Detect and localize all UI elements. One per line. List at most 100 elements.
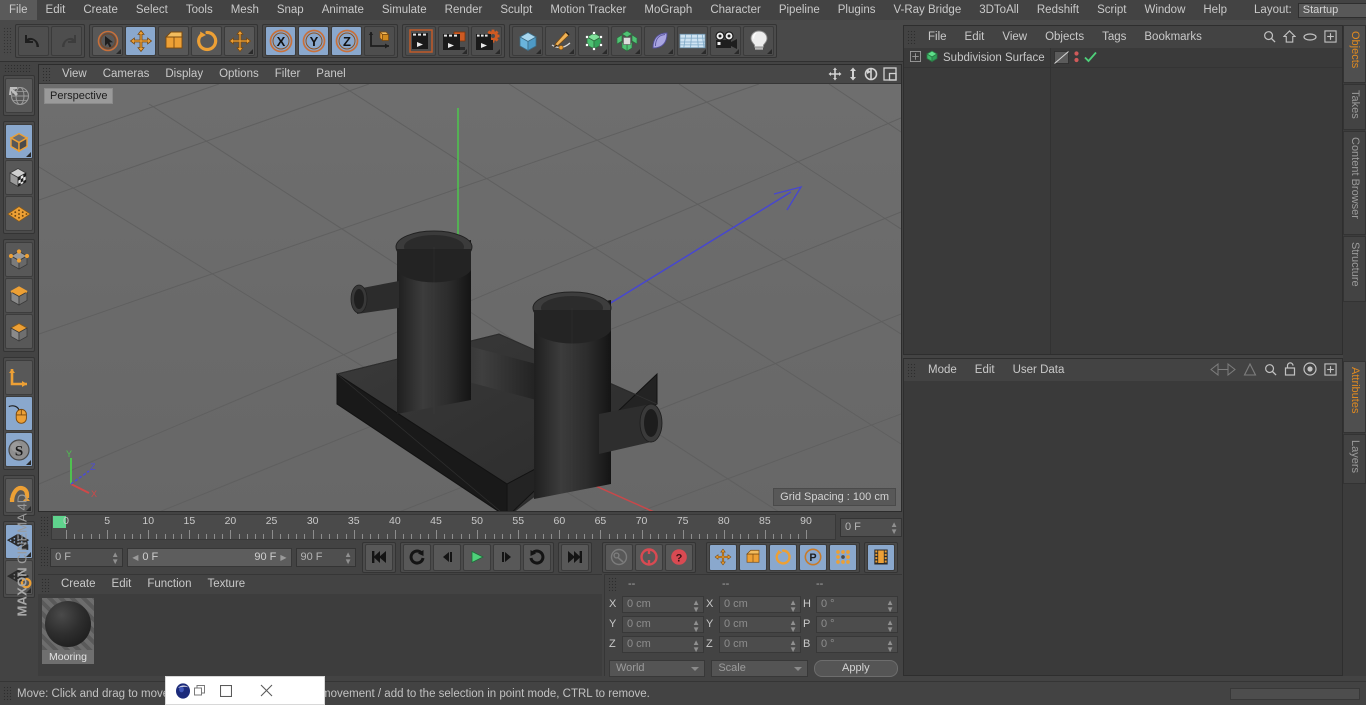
stepper-icon[interactable]: ▲ ▼ — [886, 618, 894, 633]
point-level-animation-toggle[interactable] — [828, 543, 857, 571]
menu-plugins[interactable]: Plugins — [829, 0, 885, 20]
home-icon[interactable] — [1282, 30, 1297, 46]
field-pos-y[interactable]: 0 cm ▲ ▼ — [622, 615, 704, 633]
attribute-menu-user-data[interactable]: User Data — [1004, 359, 1074, 381]
live-selection-button[interactable] — [92, 25, 123, 56]
viewport-menu-filter[interactable]: Filter — [267, 65, 309, 84]
rotate-view-icon[interactable] — [864, 67, 878, 84]
menu-select[interactable]: Select — [127, 0, 177, 20]
z-axis-lock-button[interactable]: Z — [331, 25, 362, 56]
play-backwards-loop-button[interactable] — [402, 543, 431, 571]
plus-box-icon[interactable] — [910, 50, 921, 65]
add-light-button[interactable] — [743, 25, 774, 56]
transport-grip[interactable] — [40, 546, 49, 568]
menu-mesh[interactable]: Mesh — [222, 0, 268, 20]
stepper-icon[interactable]: ▲ ▼ — [886, 638, 894, 653]
tab-content-browser[interactable]: Content Browser — [1343, 131, 1366, 235]
render-settings-button[interactable] — [471, 25, 502, 56]
menu-sculpt[interactable]: Sculpt — [491, 0, 541, 20]
menu-pipeline[interactable]: Pipeline — [770, 0, 829, 20]
floating-window-titlebar[interactable] — [165, 676, 325, 705]
material-preview-sphere[interactable] — [42, 598, 94, 650]
move-tool-secondary-button[interactable] — [224, 25, 255, 56]
menu-character[interactable]: Character — [701, 0, 770, 20]
add-nurbs-button[interactable] — [578, 25, 609, 56]
status-bar-grip[interactable] — [3, 685, 12, 702]
object-menu-view[interactable]: View — [993, 26, 1036, 48]
material-item[interactable]: Mooring — [42, 598, 94, 664]
viewport-menu-options[interactable]: Options — [211, 65, 267, 84]
world-object-coordinate-button[interactable] — [364, 25, 395, 56]
field-rot-p[interactable]: 0 ° ▲ ▼ — [816, 615, 898, 633]
redo-button[interactable] — [51, 25, 82, 56]
record-active-objects-button[interactable] — [604, 543, 633, 571]
animation-layers-button[interactable] — [866, 543, 895, 571]
object-menu-edit[interactable]: Edit — [956, 26, 994, 48]
move-tool-button[interactable] — [125, 25, 156, 56]
eye-icon[interactable] — [1303, 32, 1317, 45]
stepper-icon[interactable]: ▲ ▼ — [111, 550, 119, 565]
end-frame-field[interactable]: 90 F ▲ ▼ — [295, 547, 356, 567]
step-forward-button[interactable] — [492, 543, 521, 571]
perspective-viewport[interactable]: Perspective Grid Spacing : 100 cm Y X Z — [39, 84, 901, 511]
object-tree[interactable]: Subdivision Surface — [904, 48, 1342, 354]
dolly-icon[interactable] — [847, 67, 859, 84]
tab-attributes[interactable]: Attributes — [1343, 361, 1366, 433]
subdivision-surface-icon[interactable] — [925, 49, 939, 66]
rotation-key-toggle[interactable] — [768, 543, 797, 571]
menu-motion-tracker[interactable]: Motion Tracker — [541, 0, 635, 20]
green-check-icon[interactable] — [1084, 51, 1097, 66]
edges-mode-button[interactable] — [5, 278, 33, 313]
scale-key-toggle[interactable] — [738, 543, 767, 571]
soft-selection-button[interactable]: S — [5, 432, 33, 467]
rotate-tool-button[interactable] — [191, 25, 222, 56]
menu-animate[interactable]: Animate — [313, 0, 373, 20]
close-window-button[interactable] — [246, 676, 286, 705]
viewport-menu-cameras[interactable]: Cameras — [95, 65, 158, 84]
menu-snap[interactable]: Snap — [268, 0, 313, 20]
stepper-icon[interactable]: ▲ ▼ — [789, 598, 797, 613]
material-menu-texture[interactable]: Texture — [199, 575, 253, 594]
attribute-menu-edit[interactable]: Edit — [966, 359, 1004, 381]
field-pos-z[interactable]: 0 cm ▲ ▼ — [622, 635, 704, 653]
undo-view-button[interactable] — [5, 78, 33, 113]
add-deformer-button[interactable] — [644, 25, 675, 56]
attribute-manager-grip[interactable] — [907, 363, 916, 377]
keyframe-selection-button[interactable]: ? — [664, 543, 693, 571]
play-loop-button[interactable] — [522, 543, 551, 571]
menu-redshift[interactable]: Redshift — [1028, 0, 1088, 20]
material-menu-grip[interactable] — [41, 577, 50, 592]
coordinate-grip[interactable] — [608, 577, 617, 591]
preview-range-bar[interactable]: ◀ 0 F 90 F ▶ — [127, 547, 292, 567]
autokeying-button[interactable] — [634, 543, 663, 571]
table-row[interactable]: Subdivision Surface — [904, 48, 1342, 68]
current-frame-field-right[interactable]: 0 F ▲ ▼ — [840, 517, 902, 537]
tab-layers[interactable]: Layers — [1343, 434, 1366, 484]
material-menu-edit[interactable]: Edit — [104, 575, 140, 594]
object-manager-grip[interactable] — [907, 30, 916, 44]
field-pos-x[interactable]: 0 cm ▲ ▼ — [622, 595, 704, 613]
triangle-icon[interactable] — [1243, 362, 1257, 379]
interpolation-icon[interactable] — [1210, 362, 1236, 379]
points-mode-button[interactable] — [5, 242, 33, 277]
undo-button[interactable] — [18, 25, 49, 56]
object-menu-file[interactable]: File — [919, 26, 956, 48]
menu-mograph[interactable]: MoGraph — [635, 0, 701, 20]
object-menu-bookmarks[interactable]: Bookmarks — [1135, 26, 1211, 48]
stepper-icon[interactable]: ▲ ▼ — [692, 618, 700, 633]
lock-icon[interactable] — [1284, 362, 1296, 379]
search-icon[interactable] — [1264, 363, 1277, 379]
material-list[interactable]: Mooring — [38, 594, 602, 676]
current-frame-field[interactable]: 0 F ▲ ▼ — [50, 547, 124, 567]
play-forward-button[interactable] — [462, 543, 491, 571]
pan-icon[interactable] — [828, 67, 842, 84]
viewport-menu-display[interactable]: Display — [157, 65, 211, 84]
add-camera-button[interactable] — [710, 25, 741, 56]
go-to-start-button[interactable] — [364, 543, 393, 571]
go-to-end-button[interactable] — [560, 543, 589, 571]
tab-objects[interactable]: Objects — [1343, 25, 1366, 83]
size-mode-dropdown[interactable]: Scale — [711, 659, 808, 677]
field-size-y[interactable]: 0 cm ▲ ▼ — [719, 615, 801, 633]
plus-box-icon[interactable] — [1324, 30, 1337, 46]
attribute-menu-mode[interactable]: Mode — [919, 359, 966, 381]
